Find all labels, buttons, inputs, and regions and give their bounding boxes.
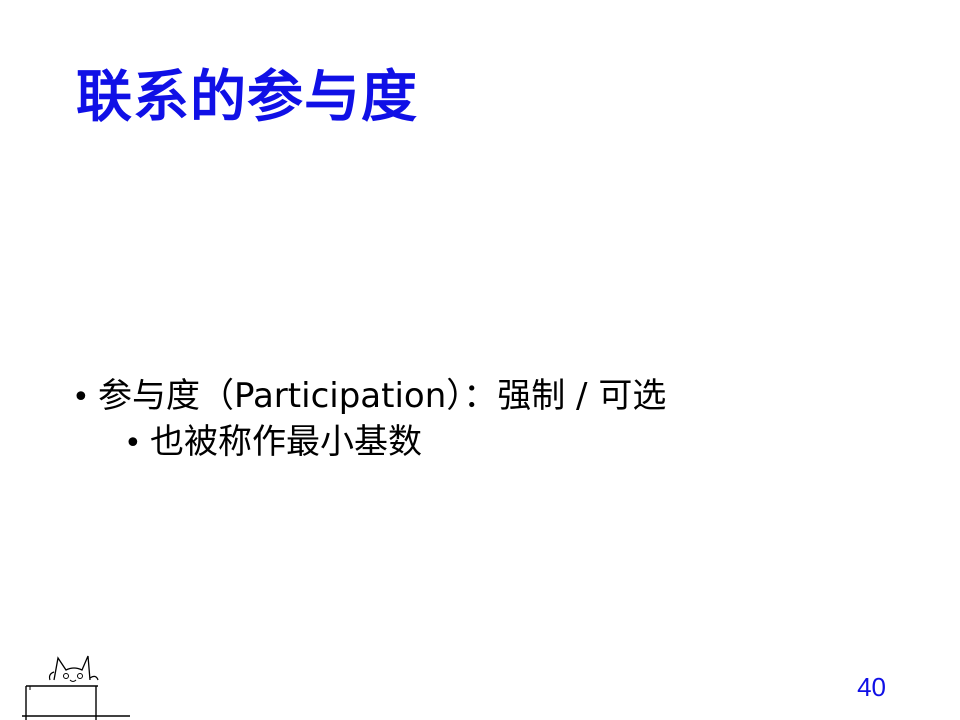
cat-at-desk-icon xyxy=(22,655,130,720)
bullet-list: • 参与度（Participation）：强制 / 可选 • 也被称作最小基数 xyxy=(72,374,666,466)
bullet-text: 参与度（Participation）：强制 / 可选 xyxy=(98,376,667,416)
bullet-text: 也被称作最小基数 xyxy=(150,422,422,462)
bullet-item-min-cardinality: • 也被称作最小基数 xyxy=(124,420,666,466)
slide-title: 联系的参与度 xyxy=(76,65,418,130)
page-number: 40 xyxy=(857,672,886,702)
bullet-marker: • xyxy=(124,426,142,461)
bullet-item-participation: • 参与度（Participation）：强制 / 可选 xyxy=(72,374,666,420)
bullet-marker: • xyxy=(72,380,90,415)
slide: 联系的参与度 • 参与度（Participation）：强制 / 可选 • 也被… xyxy=(0,0,960,720)
